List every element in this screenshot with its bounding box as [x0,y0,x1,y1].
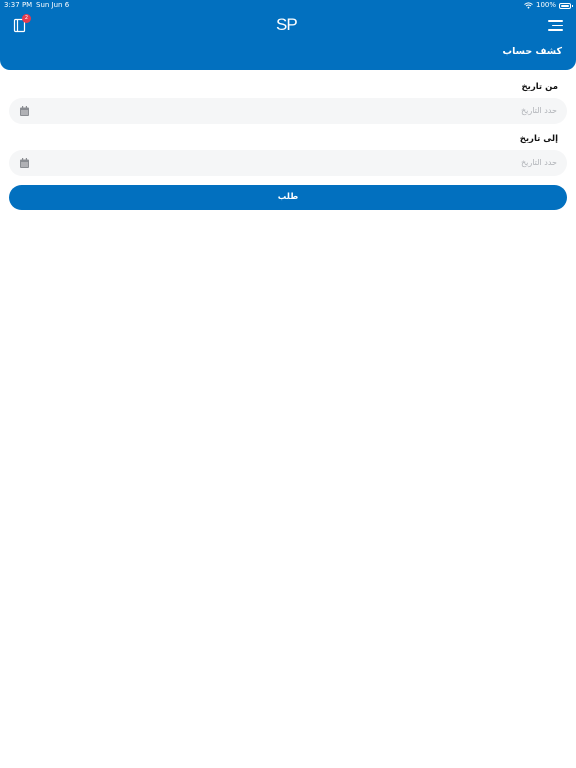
status-indicators: 100% [524,0,573,11]
to-date-placeholder: حدد التاريخ [520,158,557,167]
from-date-label: من تاريخ [521,82,558,92]
request-button[interactable]: طلب [9,185,567,210]
app-header: 3:37 PM Sun Jun 6 100% 2 SP كشف حساب [0,0,576,70]
menu-icon-line-middle [552,24,563,26]
menu-icon-line-bottom [548,29,563,31]
status-time: 3:37 PM [4,1,33,9]
app-logo: SP [276,15,298,34]
cart-badge: 2 [22,14,31,23]
status-date: Sun Jun 6 [36,1,70,9]
battery-percent: 100% [535,1,556,9]
wifi-icon [524,2,533,9]
cart-button[interactable]: 2 [13,14,31,34]
battery-icon [559,2,573,9]
status-bar: 3:37 PM Sun Jun 6 100% [0,0,576,11]
to-date-label: إلى تاريخ [519,134,558,144]
calendar-icon [20,158,29,168]
to-date-field[interactable]: حدد التاريخ [9,150,567,176]
calendar-icon [20,106,29,116]
from-date-placeholder: حدد التاريخ [520,106,557,115]
menu-button[interactable] [547,18,563,32]
page-title: كشف حساب [502,46,562,57]
from-date-field[interactable]: حدد التاريخ [9,98,567,124]
menu-icon-line-top [548,20,563,22]
